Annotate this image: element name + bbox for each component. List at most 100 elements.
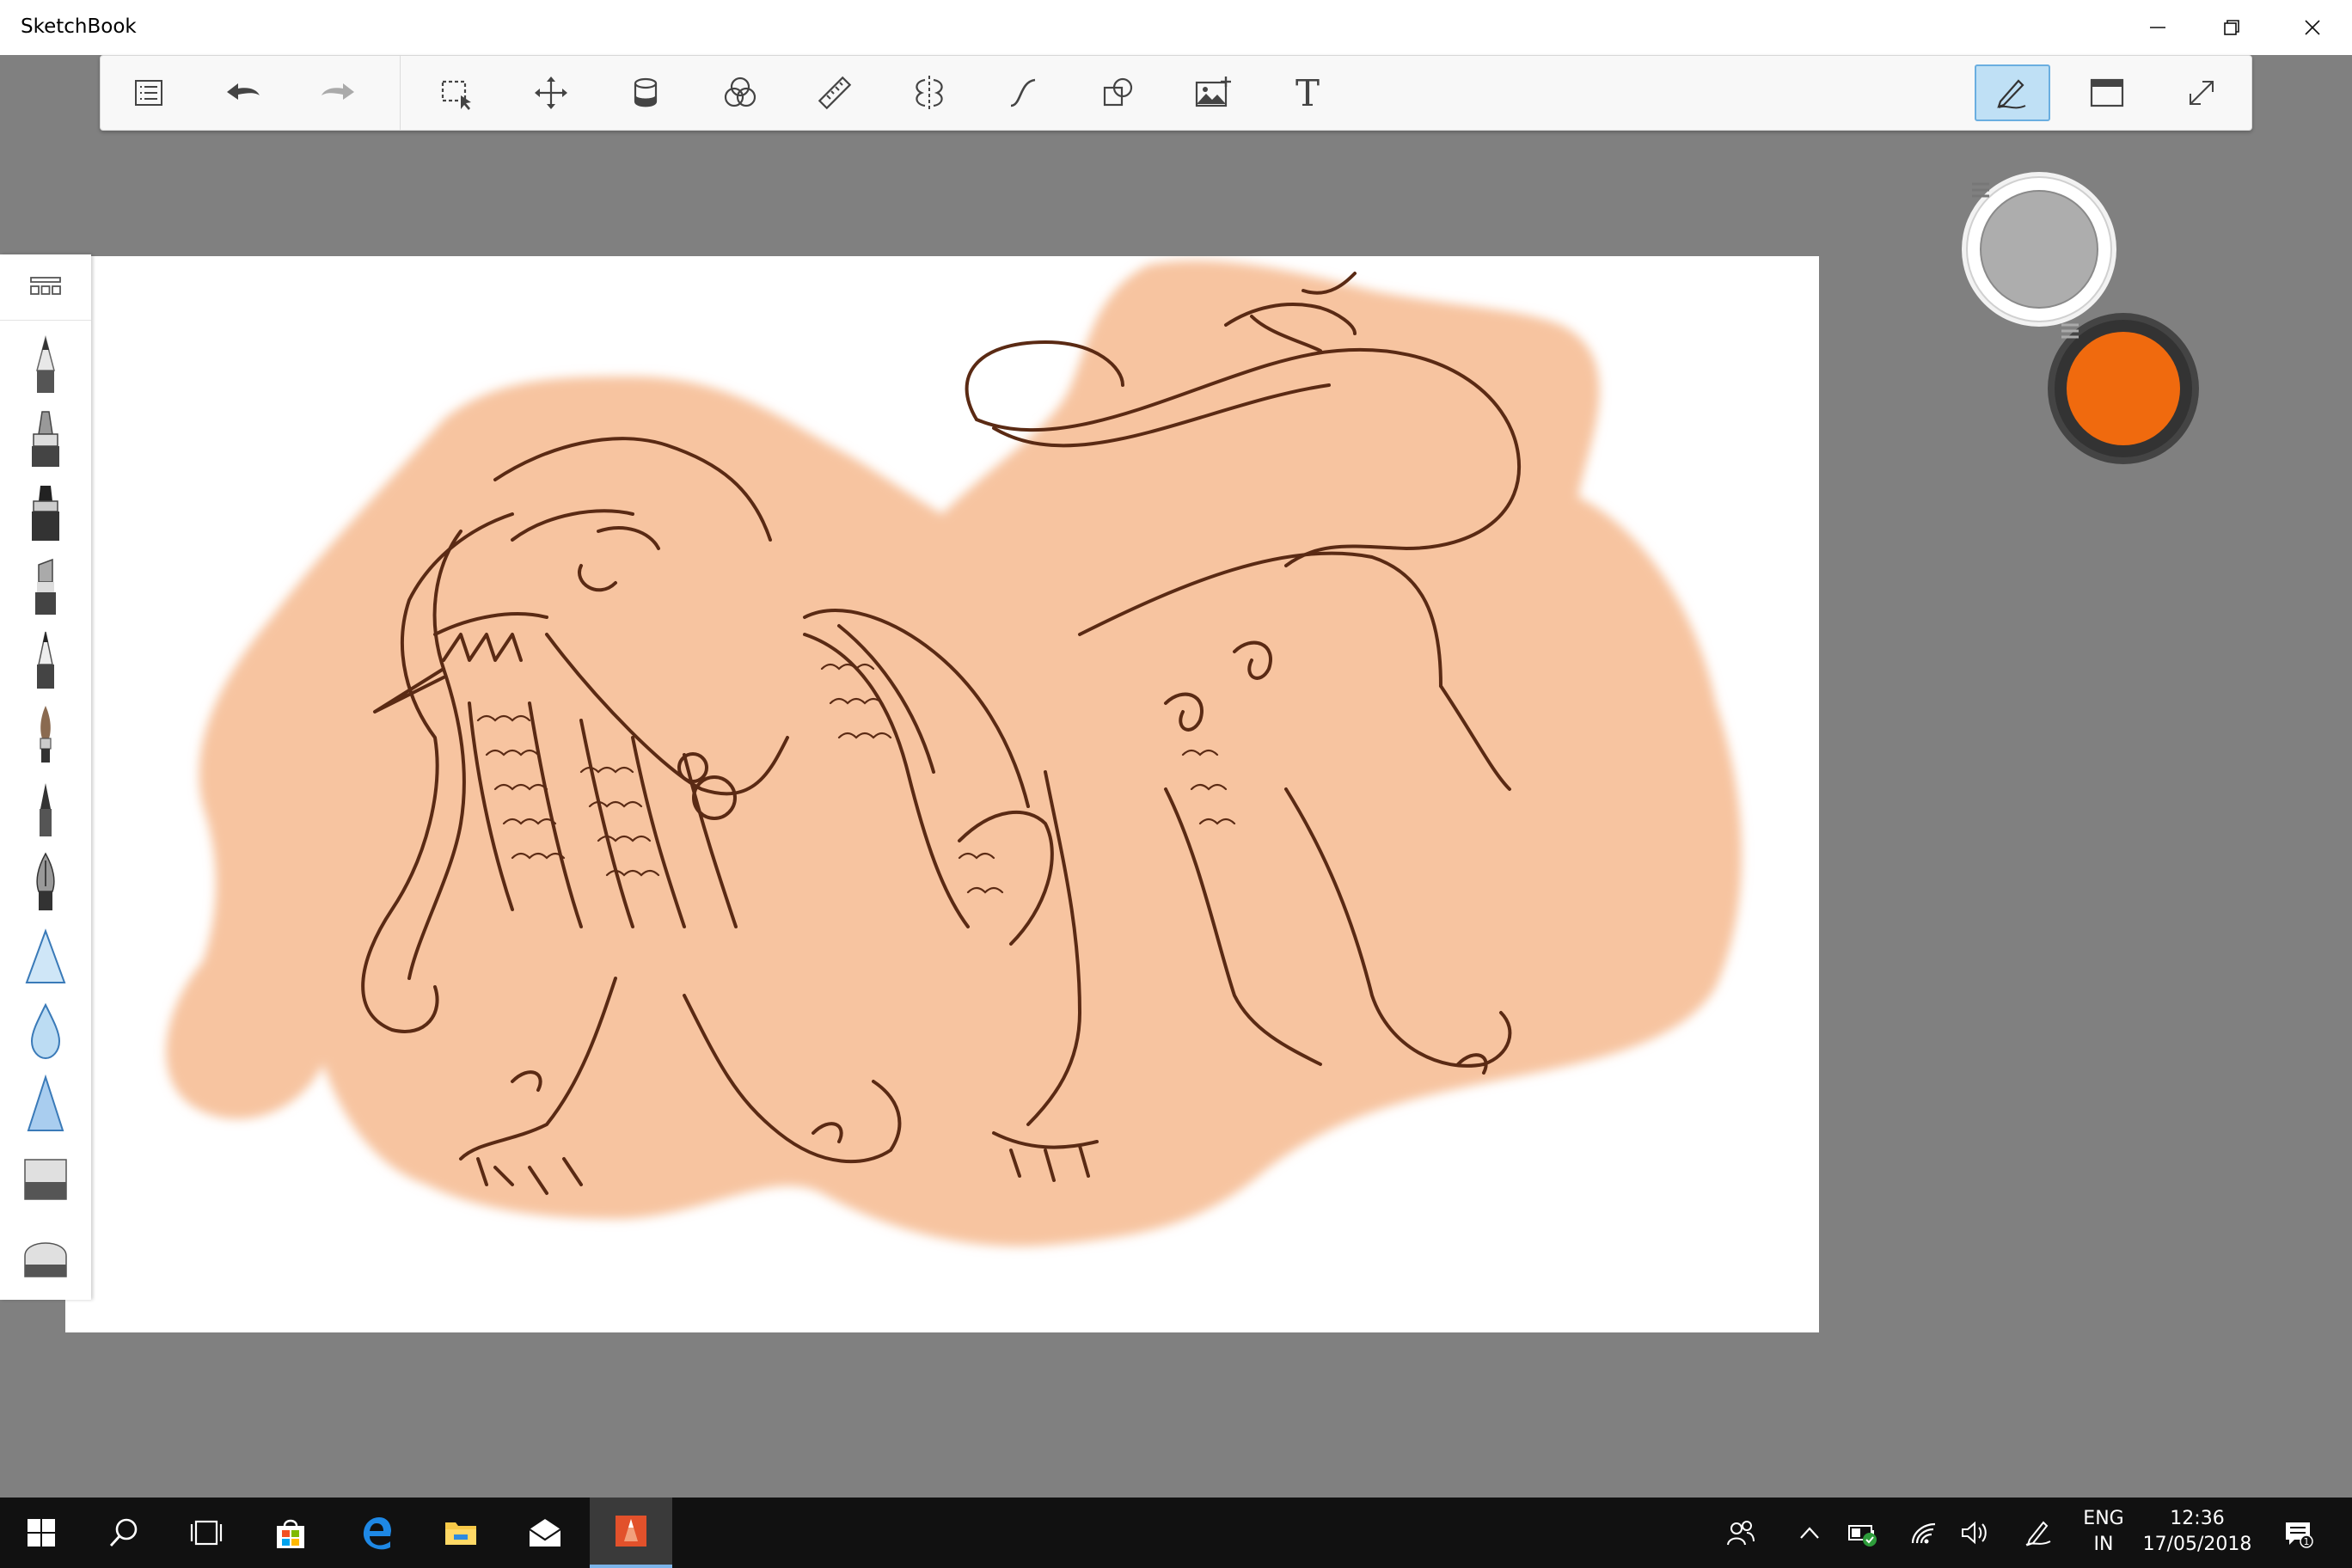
select-button[interactable] xyxy=(419,64,494,121)
drawing-canvas[interactable] xyxy=(65,256,1819,1332)
restore-icon xyxy=(2224,20,2239,35)
ballpoint-pen-brush[interactable] xyxy=(11,628,80,696)
search-icon xyxy=(109,1518,138,1547)
clock-time: 12:36 xyxy=(2170,1508,2225,1529)
toolbar-separator xyxy=(400,56,401,130)
battery-charging-icon xyxy=(1848,1525,1877,1547)
edge-app[interactable] xyxy=(335,1498,418,1568)
puck-outer[interactable] xyxy=(2048,313,2199,464)
fountain-pen-icon xyxy=(36,852,55,910)
ruler-button[interactable] xyxy=(797,64,873,121)
action-center-button[interactable]: 1 xyxy=(2271,1498,2324,1568)
color-editor-button[interactable] xyxy=(702,64,778,121)
redo-button[interactable] xyxy=(300,64,376,121)
select-icon xyxy=(441,80,471,110)
shapes-icon xyxy=(1103,77,1133,107)
fill-button[interactable] xyxy=(608,64,683,121)
fountain-pen-brush[interactable] xyxy=(11,849,80,918)
brush-mode-button[interactable] xyxy=(1975,64,2050,121)
airbrush-brush[interactable] xyxy=(11,406,80,475)
search-button[interactable] xyxy=(83,1498,165,1568)
puck-inner[interactable] xyxy=(1962,172,2116,327)
brush-library-button[interactable] xyxy=(0,254,91,321)
transform-button[interactable] xyxy=(513,64,589,121)
show-hidden-icons-button[interactable] xyxy=(1783,1498,1836,1568)
transform-icon xyxy=(535,77,567,109)
color-editor-icon xyxy=(724,77,756,107)
color-puck-graphic xyxy=(1962,172,2199,464)
sketchbook-app[interactable] xyxy=(590,1498,672,1568)
minimize-icon xyxy=(2150,27,2165,28)
title-bar: SketchBook xyxy=(0,0,2352,55)
hard-eraser-brush[interactable] xyxy=(11,1145,80,1214)
speaker-icon xyxy=(1962,1521,1987,1545)
restore-button[interactable] xyxy=(2192,0,2271,55)
shapes-button[interactable] xyxy=(1081,64,1156,121)
app-title: SketchBook xyxy=(21,15,137,38)
smudge-icon xyxy=(25,928,66,983)
fullscreen-button[interactable] xyxy=(2164,64,2239,121)
paintbrush-icon xyxy=(40,706,52,763)
windows-start-icon xyxy=(28,1519,55,1547)
task-view-button[interactable] xyxy=(165,1498,248,1568)
windows-ink-button[interactable] xyxy=(2012,1498,2065,1568)
undo-icon xyxy=(227,83,260,100)
text-tool-button[interactable]: T xyxy=(1270,64,1345,121)
mail-app[interactable] xyxy=(504,1498,586,1568)
brush-library-icon xyxy=(30,277,61,295)
people-button[interactable] xyxy=(1714,1498,1767,1568)
file-explorer-app[interactable] xyxy=(420,1498,502,1568)
undo-button[interactable] xyxy=(205,64,281,121)
sharpen-icon xyxy=(27,1074,64,1131)
redo-icon xyxy=(322,83,354,100)
pencil-icon xyxy=(36,335,55,393)
mail-icon xyxy=(529,1519,561,1547)
window-layout-icon xyxy=(2090,78,2124,107)
import-image-button[interactable] xyxy=(1175,64,1251,121)
symmetry-icon xyxy=(916,76,943,110)
ruler-icon xyxy=(818,76,852,110)
wifi-icon xyxy=(1911,1522,1936,1544)
windows-taskbar: ENG IN 12:36 17/05/2018 1 xyxy=(0,1498,2352,1568)
water-drop-icon xyxy=(30,1002,61,1060)
blur-brush[interactable] xyxy=(11,997,80,1066)
task-view-icon xyxy=(190,1520,223,1546)
lagoon-icon xyxy=(135,80,162,106)
lagoon-button[interactable] xyxy=(111,64,187,121)
chisel-marker-icon xyxy=(35,558,56,615)
fill-icon xyxy=(634,77,658,107)
soft-eraser-brush[interactable] xyxy=(11,1219,80,1288)
chisel-marker-brush[interactable] xyxy=(11,554,80,622)
text-icon: T xyxy=(1295,73,1320,113)
start-button[interactable] xyxy=(0,1498,83,1568)
clock[interactable]: 12:36 17/05/2018 xyxy=(2137,1506,2257,1558)
file-explorer-icon xyxy=(445,1522,476,1545)
language-region: IN xyxy=(2093,1534,2114,1555)
edge-icon xyxy=(363,1517,391,1550)
svg-text:T: T xyxy=(1295,73,1320,113)
paintbrush-brush[interactable] xyxy=(11,701,80,770)
smudge-brush[interactable] xyxy=(11,923,80,992)
symmetry-button[interactable] xyxy=(891,64,967,121)
volume-control[interactable] xyxy=(1948,1498,2001,1568)
close-button[interactable] xyxy=(2273,0,2352,55)
notification-count: 1 xyxy=(2304,1536,2310,1547)
curve-icon xyxy=(1010,78,1036,107)
sharpen-brush[interactable] xyxy=(11,1071,80,1140)
store-icon xyxy=(277,1519,304,1548)
network-status[interactable] xyxy=(1896,1498,1950,1568)
ballpoint-pen-icon xyxy=(37,631,54,689)
hard-eraser-icon xyxy=(24,1159,67,1200)
color-puck[interactable] xyxy=(1960,170,2218,471)
pencil-brush[interactable] xyxy=(11,332,80,401)
marker-brush[interactable] xyxy=(11,480,80,548)
minimize-button[interactable] xyxy=(2118,0,2197,55)
window-layout-button[interactable] xyxy=(2069,64,2145,121)
battery-status[interactable] xyxy=(1836,1498,1890,1568)
language-code: ENG xyxy=(2083,1508,2124,1529)
sketchbook-app-icon xyxy=(616,1516,646,1547)
ink-pen-brush[interactable] xyxy=(11,775,80,844)
input-language[interactable]: ENG IN xyxy=(2073,1506,2134,1558)
store-app[interactable] xyxy=(249,1498,332,1568)
curve-button[interactable] xyxy=(986,64,1062,121)
